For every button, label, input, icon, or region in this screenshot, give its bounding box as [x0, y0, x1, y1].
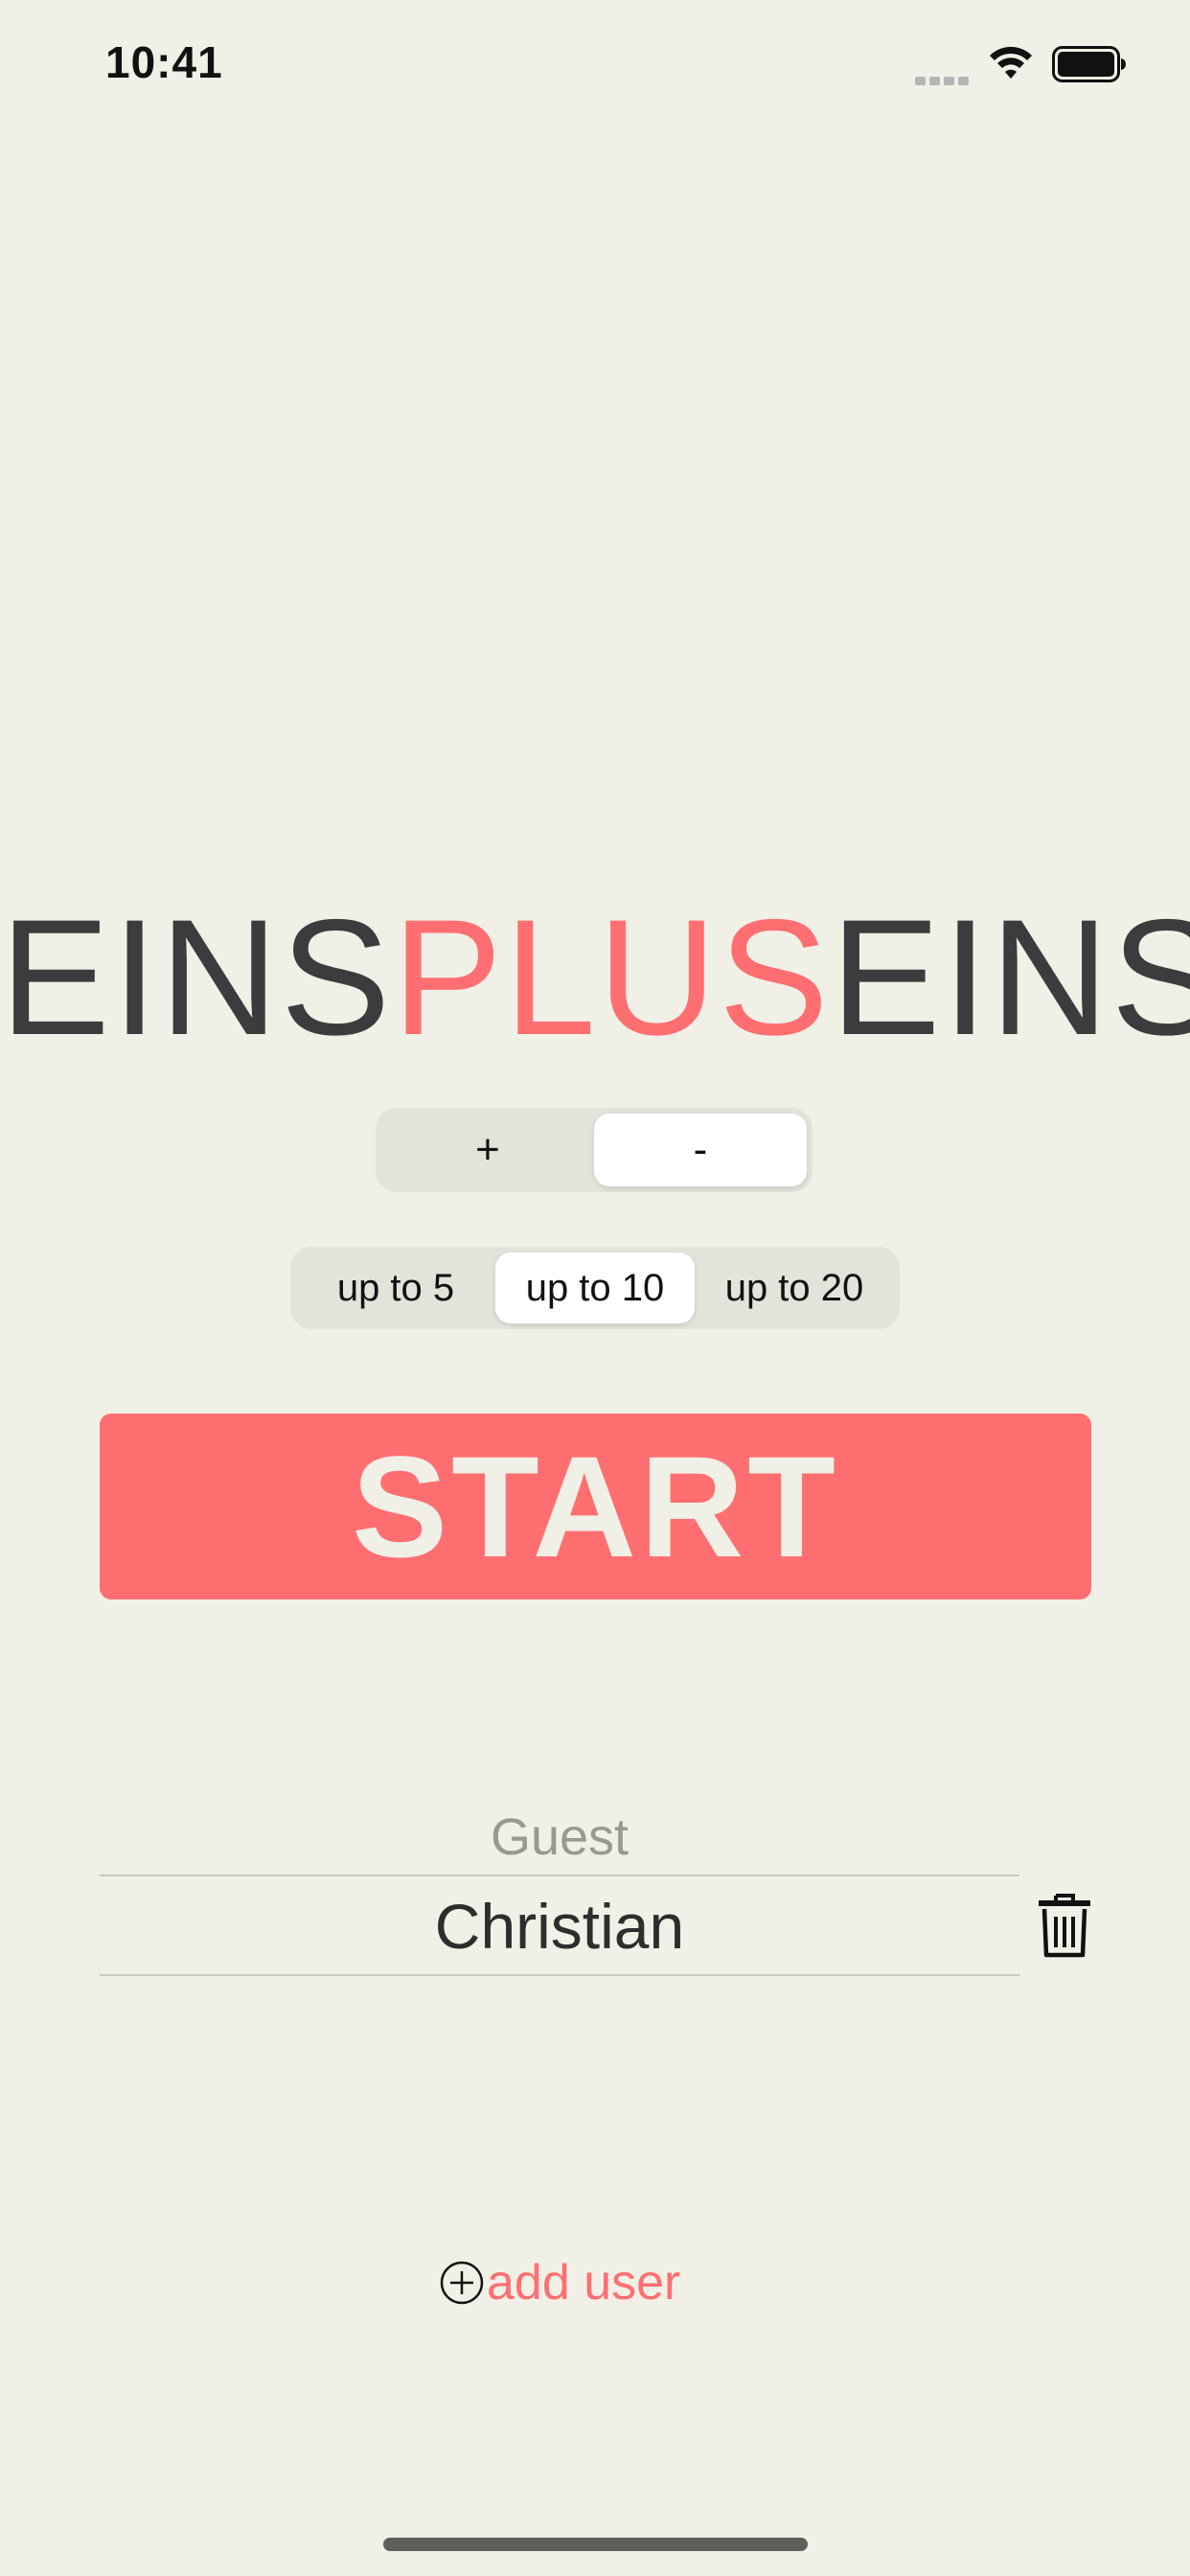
status-time: 10:41 — [105, 37, 223, 87]
app-title: EINSPLUSEINS — [0, 891, 1190, 1064]
start-button-label: START — [352, 1425, 839, 1587]
range-up-to-5-option[interactable]: up to 5 — [296, 1253, 495, 1323]
user-item-christian[interactable]: Christian — [100, 1878, 1019, 1976]
signal-icon — [915, 71, 973, 85]
range-selector: up to 5 up to 10 up to 20 — [290, 1247, 900, 1329]
title-eins-left: EINS — [0, 886, 393, 1070]
start-button[interactable]: START — [100, 1414, 1091, 1599]
battery-icon — [1052, 46, 1126, 82]
trash-icon[interactable] — [1037, 1892, 1092, 1959]
add-user-button[interactable]: add user — [439, 2254, 680, 2312]
operation-minus-option[interactable]: - — [594, 1114, 807, 1186]
plus-circle-icon — [440, 2261, 484, 2305]
range-up-to-10-option[interactable]: up to 10 — [495, 1253, 695, 1323]
home-indicator[interactable] — [383, 2538, 808, 2551]
user-item-guest[interactable]: Guest — [100, 1800, 1019, 1876]
range-up-to-20-option[interactable]: up to 20 — [695, 1253, 894, 1323]
operation-selector: + - — [376, 1108, 812, 1192]
wifi-icon — [990, 46, 1032, 79]
title-plus: PLUS — [392, 886, 831, 1070]
title-eins-right: EINS — [830, 886, 1190, 1070]
add-user-label: add user — [487, 2255, 681, 2311]
operation-plus-option[interactable]: + — [381, 1114, 594, 1186]
